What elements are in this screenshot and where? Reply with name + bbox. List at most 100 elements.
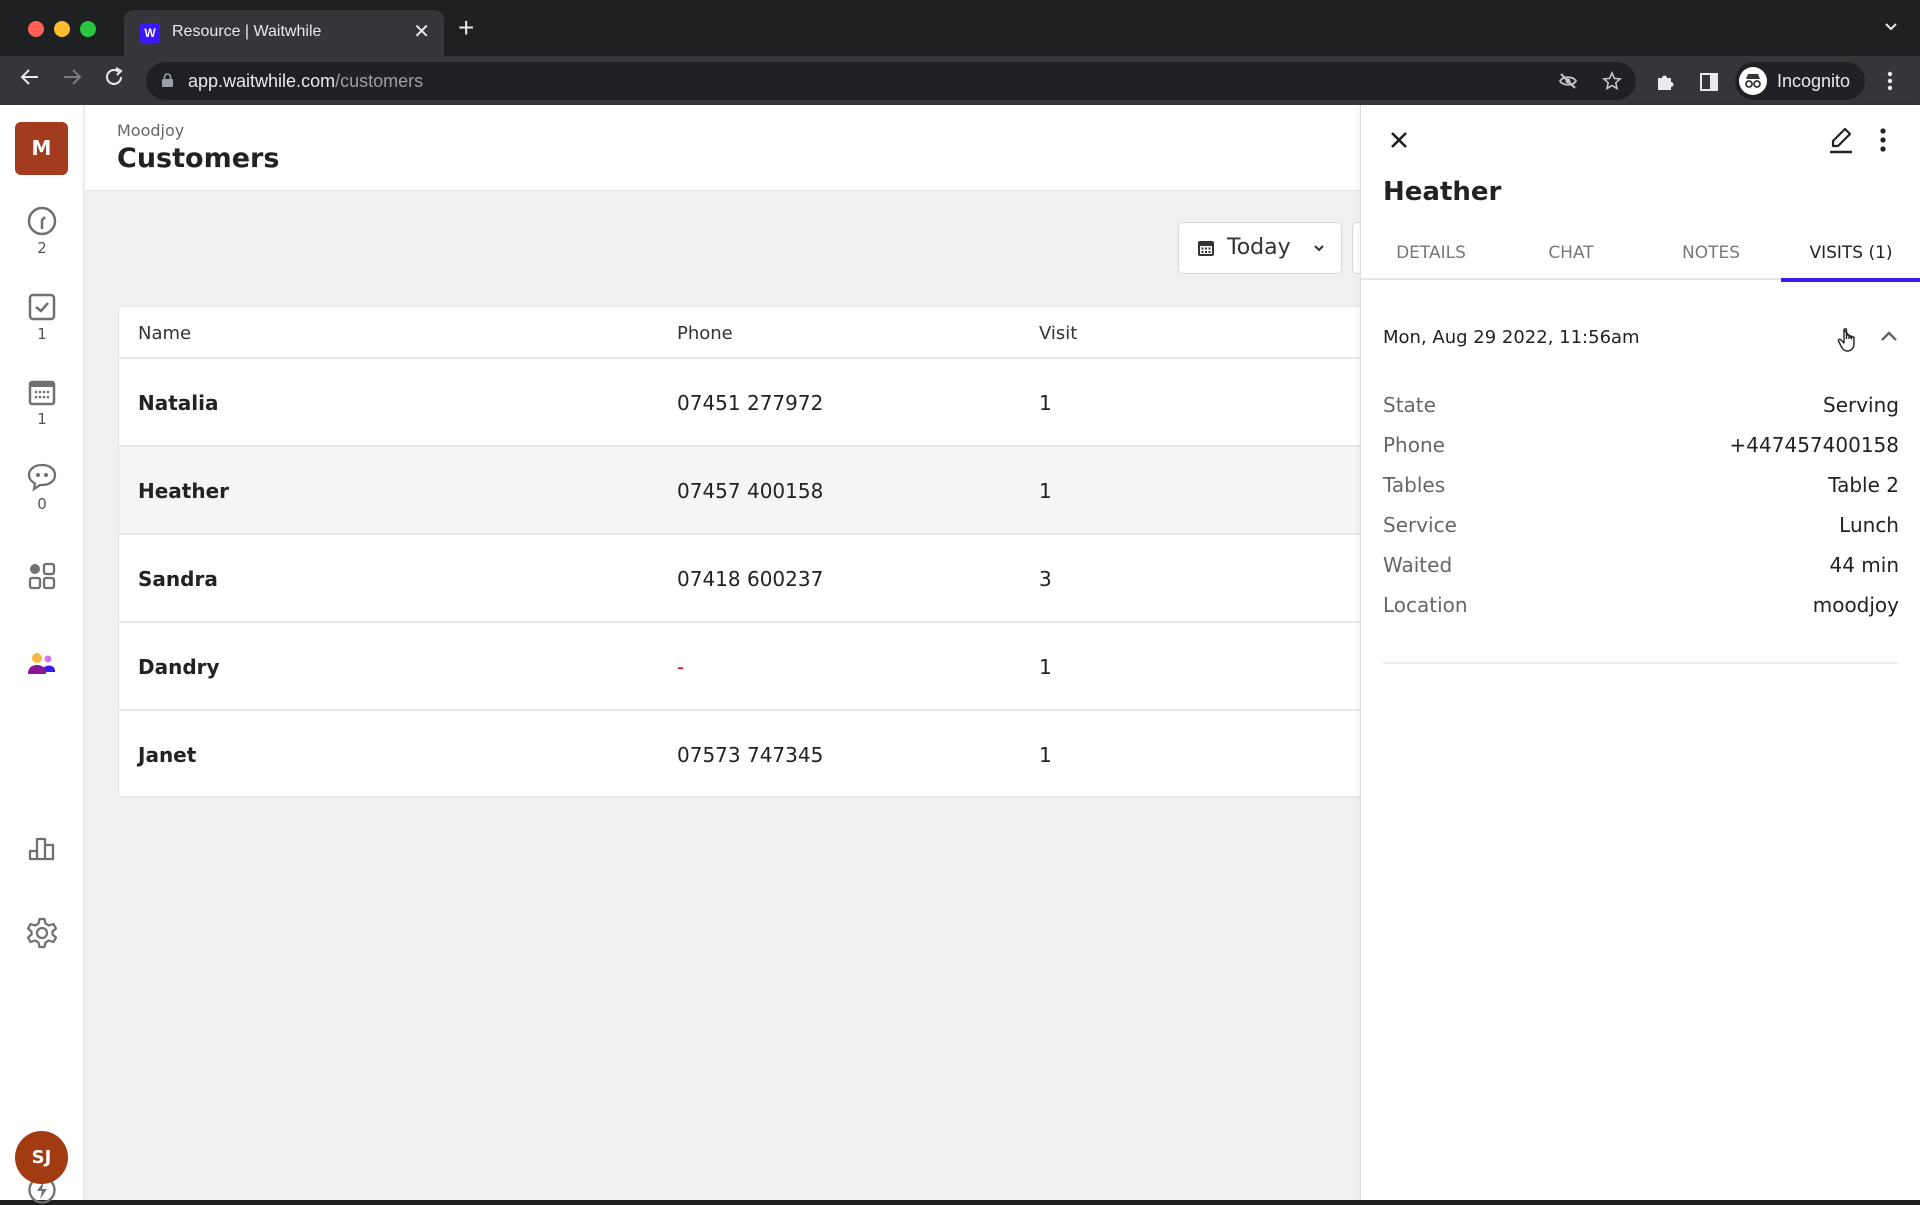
pencil-icon[interactable]	[1827, 125, 1855, 155]
customer-visits: 1	[1039, 391, 1052, 415]
customer-phone: 07457 400158	[677, 479, 824, 503]
table-row[interactable]: Heather 07457 400158 1	[119, 447, 1377, 535]
customer-phone: 07451 277972	[677, 391, 824, 415]
lock-icon	[162, 73, 173, 87]
tab-details[interactable]: DETAILS	[1361, 230, 1501, 280]
column-header-name[interactable]: Name	[138, 323, 191, 344]
sidebar-item-analytics[interactable]	[0, 833, 84, 863]
app-root: M 2 1 1 0 SJ Moodjoy Customers Today Nam…	[0, 105, 1920, 1204]
window-maximize-button[interactable]	[80, 21, 96, 37]
customer-name: Sandra	[138, 567, 218, 591]
org-avatar[interactable]: M	[15, 122, 68, 175]
field-value: Lunch	[1839, 513, 1899, 537]
sidebar: M 2 1 1 0 SJ	[0, 105, 84, 1204]
table-row[interactable]: Natalia 07451 277972 1	[119, 359, 1377, 447]
sidebar-item-messages[interactable]: 0	[0, 461, 84, 513]
customer-visits: 1	[1039, 743, 1052, 767]
sidebar-item-apps[interactable]	[0, 561, 84, 591]
customer-phone: 07573 747345	[677, 743, 824, 767]
table-row[interactable]: Dandry - 1	[119, 623, 1377, 711]
sidebar-item-waitlist[interactable]: 2	[0, 205, 84, 257]
sidebar-item-tasks[interactable]: 1	[0, 291, 84, 343]
browser-chrome: W Resource | Waitwhile ✕ + app.waitwhile…	[0, 0, 1920, 105]
customer-detail-panel: Heather DETAILS CHAT NOTES VISITS (1) Mo…	[1360, 105, 1920, 1200]
new-tab-button[interactable]: +	[458, 14, 474, 42]
customer-phone: 07418 600237	[677, 567, 824, 591]
tasks-count: 1	[37, 325, 47, 343]
address-bar[interactable]: app.waitwhile.com/customers	[146, 62, 1636, 100]
page-header: Moodjoy Customers	[85, 105, 1360, 191]
calendar-icon	[1198, 241, 1214, 256]
table-header: Name Phone Visit	[119, 307, 1377, 359]
window-close-button[interactable]	[28, 21, 44, 37]
waitwhile-favicon-icon: W	[140, 23, 160, 43]
field-value: moodjoy	[1812, 593, 1899, 617]
visit-datetime[interactable]: Mon, Aug 29 2022, 11:56am	[1383, 327, 1640, 348]
sidepanel-icon[interactable]	[1698, 71, 1720, 93]
tab-notes[interactable]: NOTES	[1641, 230, 1781, 280]
field-label: Phone	[1383, 433, 1445, 457]
field-label: Tables	[1383, 473, 1446, 497]
customer-visits: 1	[1039, 655, 1052, 679]
tab-title: Resource | Waitwhile	[172, 23, 322, 40]
gear-icon	[26, 917, 58, 949]
puzzle-icon[interactable]	[1654, 71, 1676, 93]
messages-count: 0	[37, 495, 47, 513]
chevron-down-icon	[1314, 245, 1324, 252]
visit-field-state: State Serving	[1383, 389, 1899, 423]
browser-tab[interactable]: W Resource | Waitwhile ✕	[124, 10, 444, 56]
table-row[interactable]: Sandra 07418 600237 3	[119, 535, 1377, 623]
reload-button[interactable]	[100, 66, 128, 94]
chevron-up-icon[interactable]	[1877, 325, 1901, 349]
customer-visits: 3	[1039, 567, 1052, 591]
divider	[1383, 662, 1899, 664]
users-icon	[28, 653, 55, 674]
eye-off-icon[interactable]	[1558, 71, 1578, 91]
star-icon[interactable]	[1602, 71, 1622, 91]
field-value: Table 2	[1828, 473, 1899, 497]
customer-visits: 1	[1039, 479, 1052, 503]
tab-strip: W Resource | Waitwhile ✕ +	[0, 0, 1920, 56]
reload-icon	[106, 67, 123, 85]
url-host: app.waitwhile.com	[188, 71, 336, 91]
field-label: State	[1383, 393, 1436, 417]
tab-close-icon[interactable]: ✕	[413, 20, 430, 44]
customers-table: Name Phone Visit Natalia 07451 277972 1 …	[118, 306, 1378, 797]
user-avatar[interactable]: SJ	[15, 1131, 68, 1184]
sidebar-item-customers[interactable]	[0, 648, 84, 678]
visit-field-service: Service Lunch	[1383, 509, 1899, 543]
column-header-phone[interactable]: Phone	[677, 323, 733, 344]
close-icon[interactable]	[1387, 128, 1411, 152]
url-text: app.waitwhile.com/customers	[188, 71, 423, 92]
tab-visits[interactable]: VISITS (1)	[1781, 230, 1920, 282]
profile-button[interactable]: Incognito	[1735, 62, 1865, 100]
kebab-icon[interactable]	[1877, 127, 1889, 153]
grid-icon	[28, 562, 56, 590]
field-value: Serving	[1823, 393, 1899, 417]
arrow-left-icon	[20, 69, 38, 85]
checkbox-icon	[28, 293, 56, 321]
clock-icon	[27, 206, 57, 236]
back-button[interactable]	[16, 66, 44, 94]
window-minimize-button[interactable]	[54, 21, 70, 37]
customer-name: Dandry	[138, 655, 220, 679]
incognito-icon	[1739, 67, 1767, 95]
date-filter-dropdown[interactable]: Today	[1178, 222, 1342, 274]
forward-button[interactable]	[58, 66, 86, 94]
org-name: Moodjoy	[117, 121, 185, 140]
field-label: Location	[1383, 593, 1468, 617]
visit-field-tables: Tables Table 2	[1383, 469, 1899, 503]
field-label: Service	[1383, 513, 1457, 537]
tab-search-chevron-icon[interactable]	[1884, 20, 1898, 34]
panel-tabs: DETAILS CHAT NOTES VISITS (1)	[1361, 230, 1920, 282]
sidebar-item-bookings[interactable]: 1	[0, 376, 84, 428]
kebab-icon[interactable]	[1880, 69, 1900, 93]
profile-label: Incognito	[1777, 71, 1851, 91]
field-value: 44 min	[1829, 553, 1899, 577]
tab-chat[interactable]: CHAT	[1501, 230, 1641, 280]
bar-chart-icon	[28, 837, 55, 861]
sidebar-item-settings[interactable]	[0, 916, 84, 950]
table-row[interactable]: Janet 07573 747345 1	[119, 711, 1377, 799]
calendar-icon	[28, 380, 56, 406]
column-header-visit[interactable]: Visit	[1039, 323, 1077, 344]
